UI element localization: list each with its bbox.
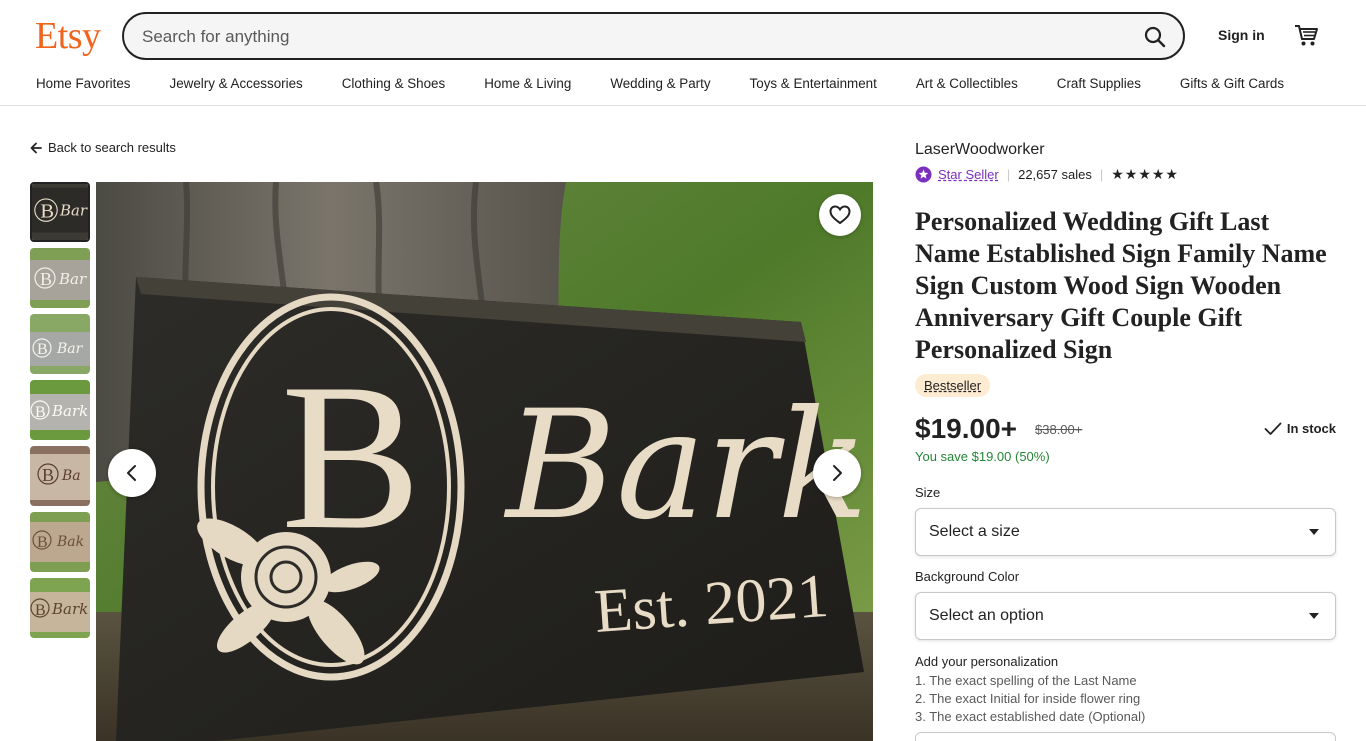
nav-craft-supplies[interactable]: Craft Supplies [1057,76,1141,96]
stock-status: In stock [1264,421,1336,436]
nav-art-collectibles[interactable]: Art & Collectibles [916,76,1018,96]
checkmark-icon [1264,422,1282,435]
sign-in-link[interactable]: Sign in [1218,27,1265,43]
divider: | [1099,167,1104,182]
main-product-image[interactable]: B Barker Est. 2021 [96,182,873,741]
stock-label: In stock [1286,421,1336,436]
thumbnail-1[interactable]: B Bar [30,182,90,242]
thumbnail-image: B Bak [30,512,90,572]
svg-text:B: B [40,201,54,223]
shop-name-link[interactable]: LaserWoodworker [915,141,1045,159]
star-seller-badge-icon [915,166,932,183]
instruction-line: 1. The exact spelling of the Last Name [915,673,1137,688]
nav-home-living[interactable]: Home & Living [484,76,571,96]
thumbnail-image: B Bar [30,314,90,374]
back-link-label: Back to search results [48,140,176,155]
nav-toys-entertainment[interactable]: Toys & Entertainment [750,76,877,96]
svg-text:B: B [40,269,52,289]
svg-text:Bar: Bar [58,270,87,288]
instruction-line: 3. The exact established date (Optional) [915,709,1146,724]
price: $19.00+ [915,413,1017,444]
search-icon [1144,26,1166,48]
chevron-right-icon [833,465,842,481]
next-image-button[interactable] [813,449,861,497]
thumbnail-5[interactable]: B Ba [30,446,90,506]
color-select-value: Select an option [929,607,1044,624]
back-to-results-link[interactable]: Back to search results [30,140,176,155]
background-color-select[interactable]: Select an option [915,592,1336,640]
size-select[interactable]: Select a size [915,508,1336,556]
search-bar[interactable] [122,12,1185,60]
original-price: $38.00+ [1035,422,1083,437]
etsy-logo[interactable]: Etsy [35,14,101,58]
thumbnail-strip: B Bar B Bar B Bar B Bark B Ba B Bak B Ba… [30,182,90,644]
bestseller-badge[interactable]: Bestseller [915,374,991,397]
svg-text:B: B [35,404,46,421]
svg-text:B: B [37,341,48,358]
savings-text: You save $19.00 (50%) [915,449,1050,464]
caret-down-icon [1309,529,1319,535]
nav-home-favorites[interactable]: Home Favorites [36,76,131,96]
thumbnail-image: B Bark [30,380,90,440]
svg-text:Bar: Bar [59,202,88,220]
listing-title: Personalized Wedding Gift Last Name Esta… [915,207,1327,364]
thumbnail-4[interactable]: B Bark [30,380,90,440]
nav-jewelry-accessories[interactable]: Jewelry & Accessories [170,76,303,96]
thumbnail-image: B Bar [32,184,88,240]
svg-text:Ba: Ba [61,468,81,484]
caret-down-icon [1309,613,1319,619]
thumbnail-3[interactable]: B Bar [30,314,90,374]
svg-text:Bar: Bar [56,341,84,357]
star-seller-link[interactable]: Star Seller [938,167,999,182]
nav-gifts-gift-cards[interactable]: Gifts & Gift Cards [1180,76,1284,96]
nav-clothing-shoes[interactable]: Clothing & Shoes [342,76,445,96]
svg-text:B: B [35,602,46,619]
personalization-input[interactable] [915,732,1336,741]
cart-button[interactable] [1293,22,1319,48]
svg-text:Bark: Bark [51,402,88,420]
thumbnail-2[interactable]: B Bar [30,248,90,308]
thumbnail-image: B Ba [30,446,90,506]
personalization-instructions: 1. The exact spelling of the Last Name 2… [915,672,1145,726]
chevron-left-icon [127,465,136,481]
thumbnail-image: B Bar [30,248,90,308]
previous-image-button[interactable] [108,449,156,497]
background-color-label: Background Color [915,569,1020,584]
svg-text:Bak: Bak [56,534,84,550]
size-select-value: Select a size [929,523,1020,540]
heart-icon [829,205,851,225]
svg-text:B: B [42,465,54,485]
personalization-label: Add your personalization [915,654,1059,669]
thumbnail-image: B Bark [30,578,90,638]
favorite-button[interactable] [819,194,861,236]
divider: | [1006,167,1011,182]
product-photo: B Barker Est. 2021 [96,182,873,741]
sales-count: 22,657 sales [1018,167,1092,182]
shopping-cart-icon [1295,25,1318,46]
category-nav: Home Favorites Jewelry & Accessories Clo… [36,76,1323,96]
search-button[interactable] [1141,23,1169,51]
thumbnail-7[interactable]: B Bark [30,578,90,638]
nav-wedding-party[interactable]: Wedding & Party [610,76,710,96]
instruction-line: 2. The exact Initial for inside flower r… [915,691,1141,706]
svg-text:Bark: Bark [51,600,88,618]
rating-stars[interactable]: ★★★★★ [1111,166,1179,183]
site-header: Etsy Sign in Home Favorites Jewelry & Ac… [0,0,1366,106]
arrow-left-icon [30,142,42,153]
thumbnail-6[interactable]: B Bak [30,512,90,572]
svg-text:B: B [37,534,48,551]
seller-info: Star Seller | 22,657 sales | ★★★★★ [915,166,1179,183]
search-input[interactable] [142,26,1092,48]
size-label: Size [915,485,941,500]
